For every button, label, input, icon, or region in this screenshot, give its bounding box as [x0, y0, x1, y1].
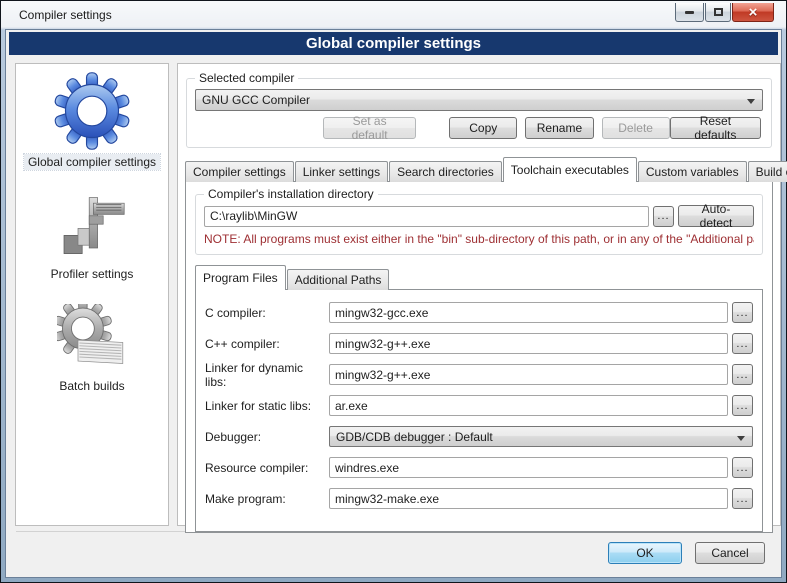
- installation-directory-input[interactable]: [204, 206, 649, 227]
- reset-defaults-button[interactable]: Reset defaults: [670, 117, 761, 139]
- cpp-compiler-input[interactable]: [329, 333, 728, 354]
- linker-static-input[interactable]: [329, 395, 728, 416]
- sidebar-item-global-compiler-settings[interactable]: Global compiler settings: [24, 72, 160, 170]
- group-legend: Compiler's installation directory: [204, 187, 378, 201]
- window-title: Compiler settings: [19, 8, 112, 22]
- tab-label: Toolchain executables: [511, 163, 629, 177]
- field-row-linker-static: Linker for static libs: ...: [205, 395, 753, 416]
- debugger-select-value: GDB/CDB debugger : Default: [336, 430, 493, 444]
- sidebar-item-label: Batch builds: [55, 378, 128, 394]
- group-legend: Selected compiler: [195, 71, 298, 85]
- browse-make-program-button[interactable]: ...: [732, 488, 753, 509]
- field-label: C compiler:: [205, 306, 325, 320]
- tab-build-options[interactable]: Build options: [748, 161, 787, 182]
- make-program-input[interactable]: [329, 488, 728, 509]
- maximize-icon: [714, 8, 723, 16]
- browse-resource-compiler-button[interactable]: ...: [732, 457, 753, 478]
- c-compiler-input[interactable]: [329, 302, 728, 323]
- dialog-content: Global compiler settings Global compiler…: [5, 29, 782, 578]
- browse-cpp-compiler-button[interactable]: ...: [732, 333, 753, 354]
- page-title: Global compiler settings: [9, 32, 778, 55]
- sidebar-item-profiler-settings[interactable]: Profiler settings: [47, 178, 138, 282]
- tab-label: Build options: [756, 165, 787, 179]
- compiler-select[interactable]: GNU GCC Compiler: [195, 89, 763, 111]
- sidebar-item-batch-builds[interactable]: Batch builds: [55, 290, 128, 394]
- titlebar[interactable]: Compiler settings ×: [5, 1, 782, 29]
- tab-label: Custom variables: [646, 165, 739, 179]
- tab-search-directories[interactable]: Search directories: [389, 161, 502, 182]
- resource-compiler-input[interactable]: [329, 457, 728, 478]
- program-files-panel: C compiler: ... C++ compiler: ... Linker…: [195, 289, 763, 532]
- field-row-make-program: Make program: ...: [205, 488, 753, 509]
- field-label: Linker for static libs:: [205, 399, 325, 413]
- compiler-buttons-row: Set as default Copy Rename Delete Reset …: [195, 117, 763, 139]
- tab-additional-paths[interactable]: Additional Paths: [287, 269, 390, 290]
- auto-detect-button[interactable]: Auto-detect: [678, 205, 754, 227]
- field-row-cpp-compiler: C++ compiler: ...: [205, 333, 753, 354]
- field-label: Resource compiler:: [205, 461, 325, 475]
- debugger-select[interactable]: GDB/CDB debugger : Default: [329, 426, 753, 447]
- chevron-down-icon: [747, 99, 755, 104]
- browse-directory-button[interactable]: ...: [653, 206, 674, 227]
- sidebar-item-label: Global compiler settings: [24, 154, 160, 170]
- chevron-down-icon: [737, 436, 745, 441]
- program-files-tabstrip: Program Files Additional Paths: [195, 267, 763, 290]
- maximize-button[interactable]: [705, 3, 731, 22]
- close-icon: ×: [749, 5, 758, 20]
- set-as-default-button[interactable]: Set as default: [323, 117, 416, 139]
- field-label: C++ compiler:: [205, 337, 325, 351]
- minimize-icon: [685, 11, 694, 14]
- settings-category-sidebar: Global compiler settings Profiler settin…: [15, 63, 169, 526]
- tab-label: Program Files: [203, 271, 278, 285]
- main-panel: Selected compiler GNU GCC Compiler Set a…: [177, 63, 781, 526]
- browse-linker-dynamic-button[interactable]: ...: [732, 364, 753, 385]
- sidebar-item-label: Profiler settings: [47, 266, 138, 282]
- linker-dynamic-input[interactable]: [329, 364, 728, 385]
- tab-linker-settings[interactable]: Linker settings: [295, 161, 388, 182]
- copy-button[interactable]: Copy: [449, 117, 517, 139]
- tab-compiler-settings[interactable]: Compiler settings: [185, 161, 294, 182]
- selected-compiler-group: Selected compiler GNU GCC Compiler Set a…: [186, 78, 772, 148]
- tab-toolchain-executables[interactable]: Toolchain executables: [503, 157, 637, 182]
- window-controls: ×: [674, 3, 774, 22]
- field-row-linker-dynamic: Linker for dynamic libs: ...: [205, 364, 753, 385]
- tab-label: Linker settings: [303, 165, 380, 179]
- browse-c-compiler-button[interactable]: ...: [732, 302, 753, 323]
- compiler-settings-dialog: Compiler settings × Global compiler sett…: [0, 0, 787, 583]
- grey-gear-stack-icon: [57, 304, 127, 374]
- installation-directory-row: ... Auto-detect: [204, 205, 754, 227]
- field-row-c-compiler: C compiler: ...: [205, 302, 753, 323]
- installation-directory-group: Compiler's installation directory ... Au…: [195, 194, 763, 255]
- field-row-debugger: Debugger: GDB/CDB debugger : Default: [205, 426, 753, 447]
- field-label: Linker for dynamic libs:: [205, 361, 325, 389]
- tab-program-files[interactable]: Program Files: [195, 265, 286, 290]
- settings-tabstrip: Compiler settings Linker settings Search…: [185, 157, 773, 182]
- field-label: Debugger:: [205, 430, 325, 444]
- tab-label: Compiler settings: [193, 165, 286, 179]
- toolchain-executables-panel: Compiler's installation directory ... Au…: [185, 181, 773, 533]
- tab-label: Search directories: [397, 165, 494, 179]
- blue-gear-icon: [53, 72, 131, 150]
- delete-button[interactable]: Delete: [602, 117, 670, 139]
- close-button[interactable]: ×: [732, 3, 774, 22]
- minimize-button[interactable]: [675, 3, 704, 22]
- bin-subdirectory-note: NOTE: All programs must exist either in …: [204, 232, 754, 246]
- caliper-icon: [57, 192, 127, 262]
- tab-custom-variables[interactable]: Custom variables: [638, 161, 747, 182]
- field-label: Make program:: [205, 492, 325, 506]
- footer-buttons: OK Cancel: [608, 542, 765, 564]
- field-row-resource-compiler: Resource compiler: ...: [205, 457, 753, 478]
- ok-button[interactable]: OK: [608, 542, 682, 564]
- rename-button[interactable]: Rename: [525, 117, 593, 139]
- tab-label: Additional Paths: [295, 273, 382, 287]
- cancel-button[interactable]: Cancel: [695, 542, 765, 564]
- browse-linker-static-button[interactable]: ...: [732, 395, 753, 416]
- compiler-select-value: GNU GCC Compiler: [202, 93, 310, 107]
